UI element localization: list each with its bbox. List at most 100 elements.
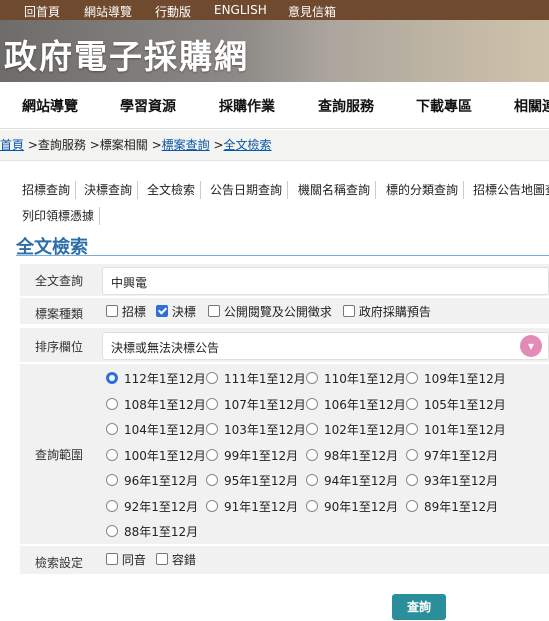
- nav-item-download[interactable]: 下載專區: [416, 96, 472, 116]
- range-option[interactable]: 91年1至12月: [206, 498, 298, 515]
- range-radio[interactable]: [106, 423, 118, 435]
- breadcrumb-search[interactable]: 標案查詢: [162, 138, 210, 152]
- range-option[interactable]: 107年1至12月: [206, 396, 306, 413]
- range-radio[interactable]: [106, 474, 118, 486]
- forecast-checkbox[interactable]: [343, 305, 355, 317]
- range-radio[interactable]: [206, 372, 218, 384]
- range-radio[interactable]: [306, 499, 318, 512]
- tab-tender-query[interactable]: 招標查詢: [22, 181, 77, 199]
- query-label: 全文查詢: [34, 274, 83, 288]
- forecast-checkbox-label: 政府採購預告: [358, 305, 431, 319]
- range-option[interactable]: 106年1至12月: [306, 396, 406, 413]
- home-link[interactable]: 回首頁: [24, 3, 60, 20]
- range-option[interactable]: 109年1至12月: [406, 370, 506, 387]
- fault-tolerant-label: 容錯: [171, 553, 196, 567]
- setting-label: 檢索設定: [34, 556, 83, 570]
- breadcrumb-home[interactable]: 首頁: [0, 138, 24, 152]
- type-option-tender[interactable]: 招標: [106, 303, 146, 320]
- feedback-link[interactable]: 意見信箱: [288, 3, 336, 20]
- range-option[interactable]: 96年1至12月: [106, 472, 198, 489]
- nav-item-learning[interactable]: 學習資源: [120, 96, 176, 116]
- range-option[interactable]: 92年1至12月: [106, 498, 198, 515]
- range-radio[interactable]: [306, 397, 318, 410]
- public-checkbox[interactable]: [208, 305, 220, 317]
- range-radio[interactable]: [206, 397, 218, 410]
- tab-print-receipt[interactable]: 列印領標憑據: [22, 207, 101, 225]
- range-radio[interactable]: [306, 423, 318, 435]
- sort-value: 決標或無法決標公告: [111, 341, 220, 355]
- nav-item-related[interactable]: 相關連: [514, 96, 549, 116]
- range-radio[interactable]: [206, 474, 218, 486]
- range-radio[interactable]: [106, 397, 118, 410]
- homophone-checkbox[interactable]: [106, 553, 118, 565]
- range-option[interactable]: 93年1至12月: [406, 472, 498, 489]
- range-option[interactable]: 110年1至12月: [306, 370, 406, 387]
- range-radio[interactable]: [406, 448, 418, 461]
- sitemap-link[interactable]: 網站導覽: [84, 3, 132, 20]
- range-radio[interactable]: [206, 499, 218, 512]
- tender-checkbox[interactable]: [106, 305, 118, 317]
- range-option[interactable]: 111年1至12月: [206, 370, 306, 387]
- range-option[interactable]: 103年1至12月: [206, 421, 306, 438]
- range-radio[interactable]: [106, 372, 118, 384]
- range-radio[interactable]: [406, 474, 418, 486]
- range-option[interactable]: 99年1至12月: [206, 447, 298, 464]
- range-radio[interactable]: [306, 474, 318, 486]
- range-radio[interactable]: [106, 448, 118, 461]
- nav-item-procurement[interactable]: 採購作業: [219, 96, 275, 116]
- breadcrumb-current[interactable]: 全文檢索: [224, 138, 272, 152]
- nav-item-sitemap[interactable]: 網站導覽: [22, 96, 78, 116]
- range-radio[interactable]: [306, 372, 318, 384]
- tab-award-query[interactable]: 決標查詢: [84, 181, 139, 199]
- range-radio[interactable]: [206, 448, 218, 461]
- range-option-label: 93年1至12月: [424, 474, 499, 488]
- type-option-public[interactable]: 公開閱覽及公開徵求: [208, 303, 332, 320]
- range-option[interactable]: 100年1至12月: [106, 447, 206, 464]
- range-option[interactable]: 105年1至12月: [406, 396, 506, 413]
- range-radio[interactable]: [306, 448, 318, 461]
- range-option[interactable]: 95年1至12月: [206, 472, 298, 489]
- setting-homophone[interactable]: 同音: [106, 551, 146, 568]
- range-option[interactable]: 90年1至12月: [306, 498, 398, 515]
- range-option[interactable]: 94年1至12月: [306, 472, 398, 489]
- tab-map-query[interactable]: 招標公告地圖查: [473, 181, 549, 199]
- range-option[interactable]: 88年1至12月: [106, 523, 198, 540]
- range-radio[interactable]: [406, 423, 418, 435]
- tab-date-query[interactable]: 公告日期查詢: [210, 181, 289, 199]
- tab-category-query[interactable]: 標的分類查詢: [386, 181, 465, 199]
- range-option[interactable]: 97年1至12月: [406, 447, 498, 464]
- tab-agency-query[interactable]: 機關名稱查詢: [298, 181, 377, 199]
- nav-item-query[interactable]: 查詢服務: [318, 96, 374, 116]
- english-link[interactable]: ENGLISH: [214, 3, 267, 17]
- range-radio[interactable]: [106, 499, 118, 512]
- submit-button[interactable]: 查詢: [392, 594, 446, 620]
- tab-fulltext[interactable]: 全文檢索: [147, 181, 202, 199]
- range-radio[interactable]: [106, 525, 118, 537]
- type-option-forecast[interactable]: 政府採購預告: [343, 303, 431, 320]
- query-row: 全文查詢 中興電: [20, 264, 549, 296]
- setting-fault-tolerant[interactable]: 容錯: [156, 551, 196, 568]
- sort-select[interactable]: 決標或無法決標公告 ▾: [102, 332, 549, 360]
- mobile-link[interactable]: 行動版: [155, 3, 191, 20]
- fault-tolerant-checkbox[interactable]: [156, 553, 168, 565]
- range-option[interactable]: 101年1至12月: [406, 421, 506, 438]
- range-option[interactable]: 89年1至12月: [406, 498, 498, 515]
- range-radio[interactable]: [406, 372, 418, 384]
- range-radio[interactable]: [406, 397, 418, 410]
- award-checkbox[interactable]: [156, 305, 168, 317]
- range-option-label: 99年1至12月: [224, 448, 299, 463]
- range-radio[interactable]: [406, 499, 418, 512]
- main-navigation: 網站導覽 學習資源 採購作業 查詢服務 下載專區 相關連: [0, 82, 549, 129]
- query-input[interactable]: 中興電: [102, 267, 549, 295]
- sort-row: 排序欄位 決標或無法決標公告 ▾: [20, 328, 549, 362]
- site-title[interactable]: 政府電子採購網: [4, 30, 249, 78]
- chevron-down-icon[interactable]: ▾: [520, 335, 542, 357]
- range-option[interactable]: 108年1至12月: [106, 396, 206, 413]
- range-radio[interactable]: [206, 423, 218, 435]
- award-checkbox-label: 決標: [171, 305, 196, 319]
- range-option[interactable]: 102年1至12月: [306, 421, 406, 438]
- type-option-award[interactable]: 決標: [156, 303, 196, 320]
- range-option[interactable]: 104年1至12月: [106, 421, 206, 438]
- range-option[interactable]: 112年1至12月: [106, 370, 206, 387]
- range-option[interactable]: 98年1至12月: [306, 447, 398, 464]
